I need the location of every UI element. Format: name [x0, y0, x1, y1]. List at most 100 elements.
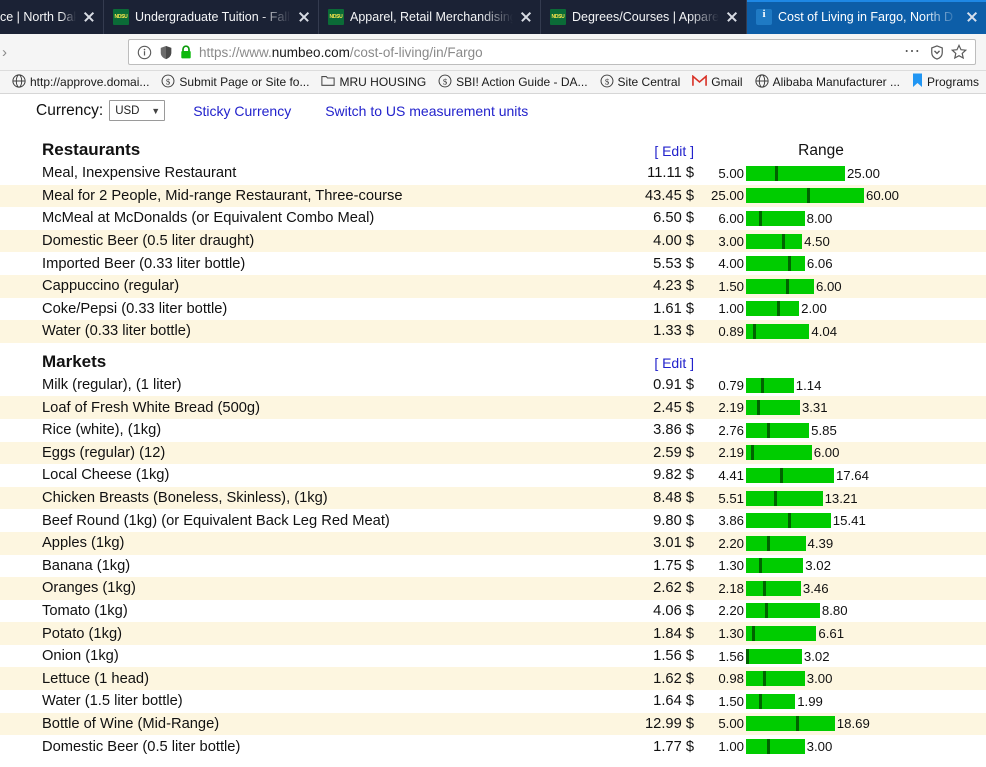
range-min-label: 4.41	[718, 467, 744, 483]
range-bar	[746, 580, 801, 596]
browser-tab-1[interactable]: NDSU Undergraduate Tuition - Fall 20	[104, 0, 319, 34]
range-bar	[746, 467, 834, 483]
browser-tab-2[interactable]: NDSU Apparel, Retail Merchandising a	[319, 0, 541, 34]
range-value-marker	[796, 716, 800, 732]
item-label: Loaf of Fresh White Bread (500g)	[42, 399, 260, 416]
bookmark-item-5[interactable]: Gmail	[686, 72, 748, 92]
range-min-label: 0.79	[718, 377, 744, 393]
range-cell: 25.00 60.00	[700, 185, 986, 208]
browser-tab-3[interactable]: NDSU Degrees/Courses | Apparel, Mer	[541, 0, 747, 34]
section-edit-link[interactable]: [ Edit ]	[604, 343, 700, 374]
table-row: Loaf of Fresh White Bread (500g) 2.45 $ 2.…	[0, 396, 986, 419]
range-max-label: 25.00	[846, 165, 880, 181]
currency-toolbar: Currency: USD ▼ Sticky Currency Switch t…	[0, 94, 986, 125]
range-min-label: 1.50	[718, 278, 744, 294]
range-value-marker	[774, 165, 778, 181]
range-cell: 1.50 1.99	[700, 690, 986, 713]
currency-select[interactable]: USD ▼	[109, 100, 166, 121]
range-value-marker	[746, 648, 749, 664]
range-value-marker	[806, 188, 810, 204]
range-cell: 5.00 25.00	[700, 162, 986, 185]
close-icon[interactable]	[519, 10, 533, 24]
item-price: 43.45 $	[644, 187, 694, 204]
range-bar	[746, 422, 810, 438]
browser-tab-3-title: Degrees/Courses | Apparel, Mer	[572, 10, 719, 24]
pocket-icon[interactable]	[930, 44, 944, 60]
table-row: Water (1.5 liter bottle) 1.64 $ 1.50 1.99	[0, 690, 986, 713]
range-min-label: 1.00	[718, 301, 744, 317]
range-column-spacer	[700, 343, 986, 374]
close-icon[interactable]	[725, 10, 739, 24]
bookmark-item-1[interactable]: $ Submit Page or Site fo...	[155, 72, 315, 92]
range-max-label: 60.00	[866, 188, 900, 204]
table-row: Lettuce (1 head) 1.62 $ 0.98 3.00	[0, 667, 986, 691]
browser-tab-strip: ce | North Dak NDSU Undergraduate Tuitio…	[0, 0, 986, 34]
bookmark-item-7[interactable]: Programs	[906, 72, 985, 92]
range-min-label: 2.19	[718, 445, 744, 461]
browser-tab-0[interactable]: ce | North Dak	[0, 0, 104, 34]
table-row: Tomato (1kg) 4.06 $ 2.20 8.80	[0, 599, 986, 623]
lock-icon[interactable]	[180, 44, 192, 60]
address-bar-url[interactable]: https://www.numbeo.com/cost-of-living/in…	[199, 45, 895, 60]
range-max-label: 6.06	[806, 256, 833, 272]
item-price: 12.99 $	[644, 715, 694, 732]
close-icon[interactable]	[82, 10, 96, 24]
table-row: Apples (1kg) 3.01 $ 2.20 4.39	[0, 531, 986, 555]
item-price: 9.80 $	[653, 512, 694, 529]
item-price: 9.82 $	[653, 467, 694, 484]
svg-text:$: $	[443, 76, 448, 86]
bookmark-item-2[interactable]: MRU HOUSING	[315, 72, 432, 92]
bookmark-item-4[interactable]: $ Site Central	[594, 72, 687, 92]
range-value-marker	[766, 535, 770, 551]
range-value-marker	[760, 377, 764, 393]
range-max-label: 6.00	[815, 278, 842, 294]
section-title: Markets	[42, 351, 107, 371]
range-cell: 1.30 3.02	[700, 555, 986, 578]
range-cell: 3.00 4.50	[700, 230, 986, 253]
bookmark-item-0[interactable]: http://approve.domai...	[6, 72, 155, 92]
item-label: Coke/Pepsi (0.33 liter bottle)	[42, 300, 228, 317]
range-value-marker	[774, 490, 778, 506]
bookmark-item-6[interactable]: Alibaba Manufacturer ...	[749, 72, 906, 92]
section-edit-link[interactable]: [ Edit ]	[604, 131, 700, 162]
item-price: 1.77 $	[653, 738, 694, 755]
item-price: 4.06 $	[653, 602, 694, 619]
item-price: 1.62 $	[653, 670, 694, 687]
table-row: Eggs (regular) (12) 2.59 $ 2.19 6.00	[0, 441, 986, 465]
switch-units-link[interactable]: Switch to US measurement units	[325, 103, 528, 119]
range-min-label: 3.00	[718, 233, 744, 249]
info-icon[interactable]	[137, 45, 152, 60]
sticky-currency-link[interactable]: Sticky Currency	[193, 103, 291, 119]
range-bar	[746, 165, 845, 181]
bookmark-star-icon[interactable]	[951, 44, 967, 60]
item-price: 0.91 $	[653, 377, 694, 394]
range-min-label: 3.86	[718, 513, 744, 529]
item-label: Domestic Beer (0.5 liter bottle)	[42, 738, 241, 755]
range-max-label: 3.02	[803, 648, 830, 664]
shield-icon[interactable]	[159, 45, 173, 60]
close-icon[interactable]	[297, 10, 311, 24]
range-bar	[746, 558, 804, 574]
address-bar[interactable]: https://www.numbeo.com/cost-of-living/in…	[128, 39, 976, 65]
item-label: Water (1.5 liter bottle)	[42, 693, 183, 710]
currency-label: Currency:	[36, 101, 104, 119]
cost-of-living-table: Restaurants [ Edit ] Range Meal, Inexpensiv…	[0, 131, 986, 758]
item-label: Imported Beer (0.33 liter bottle)	[42, 255, 246, 272]
range-value-marker	[758, 693, 762, 709]
range-value-marker	[766, 422, 770, 438]
item-label: Cappuccino (regular)	[42, 278, 180, 295]
item-price: 6.50 $	[653, 210, 694, 227]
ndsu-favicon: NDSU	[328, 9, 344, 25]
item-label: Water (0.33 liter bottle)	[42, 323, 191, 340]
bookmark-item-3[interactable]: $ SBI! Action Guide - DA...	[432, 72, 593, 92]
item-label: Bottle of Wine (Mid-Range)	[42, 715, 220, 732]
range-max-label: 4.04	[811, 323, 838, 339]
browser-tab-4-active[interactable]: Cost of Living in Fargo, North D	[747, 0, 986, 34]
range-cell: 2.76 5.85	[700, 419, 986, 442]
forward-arrow-icon[interactable]: ›	[2, 44, 7, 61]
close-icon[interactable]	[965, 10, 979, 24]
more-icon[interactable]: ⋯	[902, 44, 923, 60]
range-value-marker	[781, 233, 785, 249]
range-column-header: Range	[798, 142, 844, 159]
item-price: 1.75 $	[653, 557, 694, 574]
